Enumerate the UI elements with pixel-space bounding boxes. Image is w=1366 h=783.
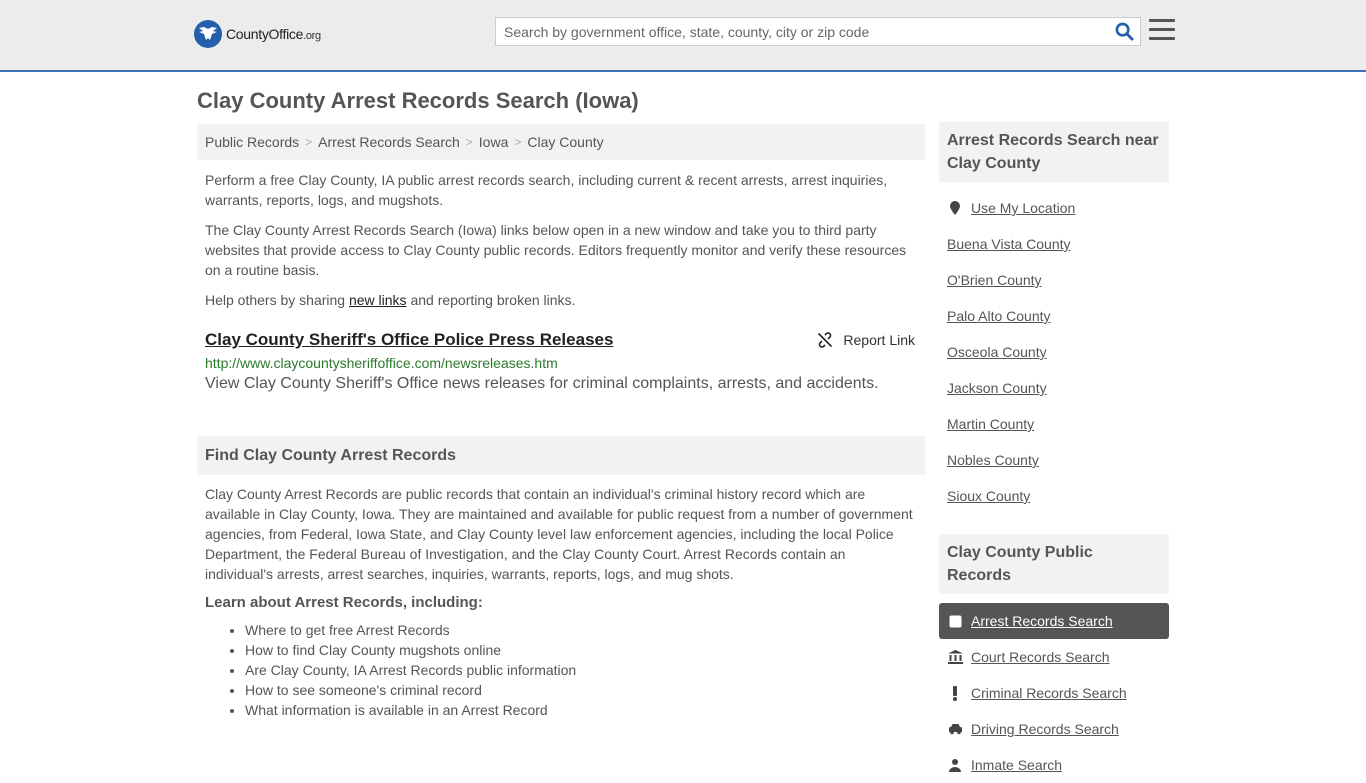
nearby-link[interactable]: Nobles County — [947, 452, 1039, 468]
nearby-item[interactable]: Jackson County — [939, 370, 1169, 406]
inmate-icon — [947, 758, 963, 772]
nearby-link[interactable]: Palo Alto County — [947, 308, 1051, 324]
list-item: How to see someone's criminal record — [245, 680, 925, 700]
hamburger-menu-icon[interactable] — [1149, 19, 1175, 43]
search-icon — [1115, 22, 1134, 41]
logo-wordmark: CountyOffice.org — [226, 26, 321, 42]
find-records-heading: Find Clay County Arrest Records — [197, 436, 925, 475]
sidebar-item-arrest-records[interactable]: Arrest Records Search — [939, 603, 1169, 639]
nearby-link[interactable]: Jackson County — [947, 380, 1047, 396]
sidebar-item-driving-records[interactable]: Driving Records Search — [939, 711, 1169, 747]
result-url: http://www.claycountysheriffoffice.com/n… — [205, 355, 558, 371]
use-location-item[interactable]: Use My Location — [939, 190, 1169, 226]
courthouse-icon — [947, 650, 963, 664]
square-icon — [947, 615, 963, 628]
nearby-link[interactable]: Martin County — [947, 416, 1034, 432]
sidebar-item-label[interactable]: Court Records Search — [971, 649, 1110, 665]
breadcrumb-arrest-records[interactable]: Arrest Records Search — [318, 134, 460, 150]
sidebar-item-criminal-records[interactable]: Criminal Records Search — [939, 675, 1169, 711]
nearby-item[interactable]: Sioux County — [939, 478, 1169, 514]
public-records-heading: Clay County Public Records — [939, 534, 1169, 594]
nearby-item[interactable]: Nobles County — [939, 442, 1169, 478]
site-header: CountyOffice.org — [0, 0, 1366, 72]
breadcrumb: Public Records > Arrest Records Search >… — [197, 124, 925, 160]
list-item: What information is available in an Arre… — [245, 700, 925, 720]
eagle-logo-icon — [194, 20, 222, 48]
exclamation-icon — [947, 685, 963, 701]
result-description: View Clay County Sheriff's Office news r… — [205, 375, 879, 392]
list-item: How to find Clay County mugshots online — [245, 640, 925, 660]
intro-paragraph-3: Help others by sharing new links and rep… — [205, 292, 576, 308]
breadcrumb-separator-icon: > — [305, 135, 313, 149]
map-pin-icon — [947, 201, 963, 215]
report-link-button[interactable]: Report Link — [817, 332, 915, 348]
nearby-item[interactable]: Palo Alto County — [939, 298, 1169, 334]
search-button[interactable] — [1108, 18, 1140, 45]
new-links-link[interactable]: new links — [349, 292, 407, 308]
sidebar-item-inmate-search[interactable]: Inmate Search — [939, 747, 1169, 783]
nearby-item[interactable]: Martin County — [939, 406, 1169, 442]
nearby-link[interactable]: Sioux County — [947, 488, 1030, 504]
sidebar-item-court-records[interactable]: Court Records Search — [939, 639, 1169, 675]
breadcrumb-clay-county[interactable]: Clay County — [527, 134, 603, 150]
intro-paragraph-1: Perform a free Clay County, IA public ar… — [205, 172, 888, 208]
breadcrumb-separator-icon: > — [514, 135, 522, 149]
breadcrumb-public-records[interactable]: Public Records — [205, 134, 299, 150]
sidebar-item-label[interactable]: Driving Records Search — [971, 721, 1119, 737]
public-records-list: Arrest Records Search Court Records Sear… — [939, 603, 1169, 783]
nearby-link[interactable]: Osceola County — [947, 344, 1047, 360]
report-link-label: Report Link — [843, 332, 915, 348]
list-item: Are Clay County, IA Arrest Records publi… — [245, 660, 925, 680]
sidebar-item-label[interactable]: Criminal Records Search — [971, 685, 1127, 701]
breadcrumb-separator-icon: > — [465, 135, 473, 149]
broken-link-icon — [817, 332, 833, 348]
sidebar-item-label[interactable]: Inmate Search — [971, 757, 1062, 773]
nearby-link[interactable]: O'Brien County — [947, 272, 1042, 288]
learn-heading: Learn about Arrest Records, including: — [205, 594, 483, 611]
sidebar: Arrest Records Search near Clay County U… — [939, 122, 1169, 783]
nearby-link[interactable]: Buena Vista County — [947, 236, 1071, 252]
list-item: Where to get free Arrest Records — [245, 620, 925, 640]
intro-paragraph-2: The Clay County Arrest Records Search (I… — [205, 222, 907, 278]
nearby-item[interactable]: Osceola County — [939, 334, 1169, 370]
car-icon — [947, 723, 963, 735]
nearby-item[interactable]: O'Brien County — [939, 262, 1169, 298]
sidebar-item-label[interactable]: Arrest Records Search — [971, 613, 1113, 629]
learn-list: Where to get free Arrest Records How to … — [197, 620, 925, 720]
nearby-heading: Arrest Records Search near Clay County — [939, 122, 1169, 182]
search-bar — [495, 17, 1141, 46]
result-item: Clay County Sheriff's Office Police Pres… — [197, 330, 925, 393]
result-title-link[interactable]: Clay County Sheriff's Office Police Pres… — [205, 330, 613, 350]
breadcrumb-iowa[interactable]: Iowa — [479, 134, 509, 150]
page-title: Clay County Arrest Records Search (Iowa) — [197, 88, 639, 113]
nearby-list: Use My Location Buena Vista County O'Bri… — [939, 190, 1169, 514]
use-location-link[interactable]: Use My Location — [971, 200, 1075, 216]
search-input[interactable] — [496, 18, 1108, 45]
nearby-item[interactable]: Buena Vista County — [939, 226, 1169, 262]
main-content: Public Records > Arrest Records Search >… — [197, 124, 925, 720]
site-logo[interactable]: CountyOffice.org — [194, 20, 321, 48]
find-records-body: Clay County Arrest Records are public re… — [205, 486, 913, 582]
